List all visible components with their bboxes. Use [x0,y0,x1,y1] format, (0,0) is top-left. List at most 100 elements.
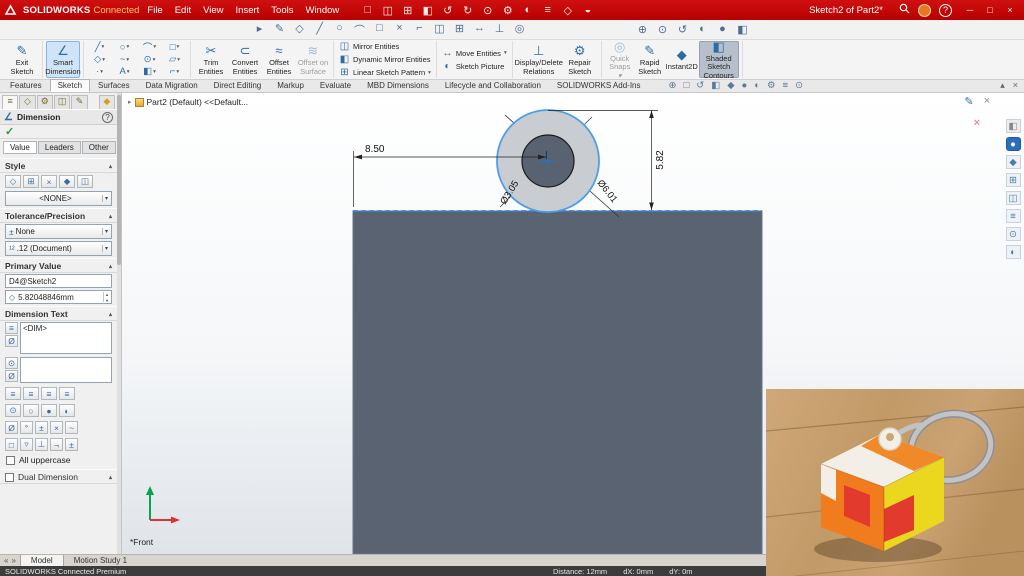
edit-appearance-icon[interactable]: ⚙ [767,80,776,91]
quick-snaps-button[interactable]: ◎ Quick Snaps ▾ [605,41,635,78]
slot-tool-icon[interactable]: ▱▾ [162,53,187,65]
model-tab[interactable]: Model [20,555,64,566]
align-justify-icon[interactable]: ≡ [59,387,75,400]
line-tool-icon[interactable]: ╱▾ [87,41,112,53]
panel-tab-leaders[interactable]: Leaders [38,141,81,154]
rotate-view-icon[interactable]: ↺ [676,23,689,36]
feature-tree-header[interactable]: ▸ Part2 (Default) <<Default... [128,97,248,107]
perpendicular-symbol-icon[interactable]: ⊥ [35,438,48,451]
view-orientation-icon[interactable]: ◆ [727,80,734,91]
display-style-icon[interactable]: ◐ [696,23,709,36]
value-spinner[interactable]: ▴▾ [103,292,110,302]
section-view-icon[interactable]: ◒ [581,4,594,17]
scene-icon[interactable]: ◧ [736,23,749,36]
diameter-symbol-icon[interactable]: Ø [5,335,18,347]
task-pane-toggle-icon[interactable]: ◧ [1006,119,1021,133]
add-style-icon[interactable]: ⊞ [23,175,39,188]
zoom-fit-icon[interactable]: ⊕ [636,23,649,36]
rebuild-icon[interactable]: ⊙ [481,4,494,17]
load-style-icon[interactable]: ◫ [77,175,93,188]
ok-check-icon[interactable]: ✓ [5,125,14,138]
section-view-icon[interactable]: ◧ [711,80,720,91]
help-icon[interactable]: ? [939,4,952,17]
multiply-symbol-icon[interactable]: × [50,421,63,434]
tab-evaluate[interactable]: Evaluate [312,79,359,92]
scroll-tabs-right-icon[interactable]: » [11,556,15,565]
circle-icon[interactable]: ○ [333,22,346,38]
menu-item[interactable]: File [141,3,168,18]
apply-default-style-icon[interactable]: ◇ [5,175,21,188]
fillet-icon[interactable]: ⌐ [413,22,426,38]
tab-markup[interactable]: Markup [269,79,312,92]
mirror-icon[interactable]: ◫ [433,22,446,38]
dimension-text-area-secondary[interactable] [20,357,112,383]
sketch-icon[interactable]: ✎ [273,22,286,38]
outer-diameter-text[interactable]: Ø6.01 [595,178,620,205]
tab-direct-editing[interactable]: Direct Editing [206,79,270,92]
all-uppercase-checkbox[interactable] [6,456,15,465]
offset-on-surface-button[interactable]: ≋ Offset on Surface [296,41,330,78]
degree-symbol-icon[interactable]: ° [20,421,33,434]
panel-tab-other[interactable]: Other [82,141,116,154]
diameter-symbol-icon[interactable]: Ø [5,421,18,434]
more-symbols-icon[interactable]: ± [65,438,78,451]
dimension-value-field[interactable]: ◇ 5.82048846mm ▴▾ [5,290,112,304]
linear-pattern-button[interactable]: ⊞ Linear Sketch Pattern ▾ [337,67,433,78]
delete-style-icon[interactable]: × [41,175,57,188]
text-position-icon[interactable]: ≡ [5,322,18,334]
user-avatar[interactable] [918,4,931,17]
primary-value-section-header[interactable]: Primary Value▴ [0,258,117,273]
shaded-sketch-contours-button[interactable]: ◧ Shaded Sketch Contours [699,41,739,78]
menu-item[interactable]: Tools [265,3,299,18]
width-dimension-text[interactable]: 8.50 [365,144,385,155]
save-icon[interactable]: ⊞ [401,4,414,17]
exit-sketch-button[interactable]: ✎ Exit Sketch [5,41,39,78]
square-symbol-icon[interactable]: □ [5,438,18,451]
open-file-icon[interactable]: ◫ [381,4,394,17]
circle-tool-icon[interactable]: ○▾ [112,41,137,53]
dual-dimension-section-header[interactable]: Dual Dimension ▴ [0,469,117,484]
snap-icon[interactable]: ◎ [513,22,526,38]
hide-show-items-icon[interactable]: ◐ [754,80,760,91]
trim-entities-button[interactable]: ✂ Trim Entities [194,41,228,78]
menu-item[interactable]: Window [299,3,345,18]
bookmarks-icon[interactable]: ⊞ [1006,173,1021,187]
tolerance-type-dropdown[interactable]: ± None ▾ [5,224,112,239]
search-3d-icon[interactable]: ⊙ [1006,227,1021,241]
cancel-sketch-icon[interactable]: × [984,95,990,108]
line-icon[interactable]: ╱ [313,22,326,38]
pm-tab-propertymanager[interactable]: ≡ [2,95,18,109]
pm-tab-dimxpert[interactable]: ⚙ [37,95,53,109]
text-inline-icon[interactable]: ○ [23,404,39,417]
tab-features[interactable]: Features [2,79,50,92]
fillet-tool-icon[interactable]: ⌐▾ [162,66,187,78]
align-left-icon[interactable]: ≡ [5,387,21,400]
dimension-name-field[interactable]: D4@Sketch2 [5,274,112,288]
dimension-icon[interactable]: ◇ [293,22,306,38]
trim-icon[interactable]: × [393,22,406,38]
align-center-icon[interactable]: ≡ [23,387,39,400]
counterbore-symbol-icon[interactable]: ¬ [50,438,63,451]
align-right-icon[interactable]: ≡ [41,387,57,400]
convert-entities-button[interactable]: ⊂ Convert Entities [228,41,262,78]
lifecycle-icon[interactable]: ◆ [1006,155,1021,169]
motion-study-tab[interactable]: Motion Study 1 [64,555,137,566]
view-settings-icon[interactable]: ≡ [783,80,789,91]
panel-help-icon[interactable]: ? [102,112,113,123]
close-button[interactable]: × [1000,3,1020,17]
style-dropdown[interactable]: <NONE> ▾ [5,191,112,206]
point-tool-icon[interactable]: ·▾ [87,66,112,78]
widgets-icon[interactable]: ◐ [1006,245,1021,259]
countersink-symbol-icon[interactable]: ▿ [20,438,33,451]
arc-tool-icon[interactable]: ⌒▾ [137,41,162,53]
maximize-button[interactable]: □ [980,3,1000,17]
move-icon[interactable]: ↔ [473,22,486,38]
text-tool-icon[interactable]: A▾ [112,66,137,78]
sketch-picture-button[interactable]: ◐ Sketch Picture [440,61,509,72]
collapse-ribbon-icon[interactable]: ▴ [1000,80,1005,91]
menu-item[interactable]: Insert [230,3,266,18]
relations-icon[interactable]: ⊥ [493,22,506,38]
close-panel-icon[interactable]: × [1013,80,1018,91]
pm-tab-favorites[interactable]: ◆ [99,95,115,109]
dimension-text-area[interactable]: <DIM> [20,322,112,354]
